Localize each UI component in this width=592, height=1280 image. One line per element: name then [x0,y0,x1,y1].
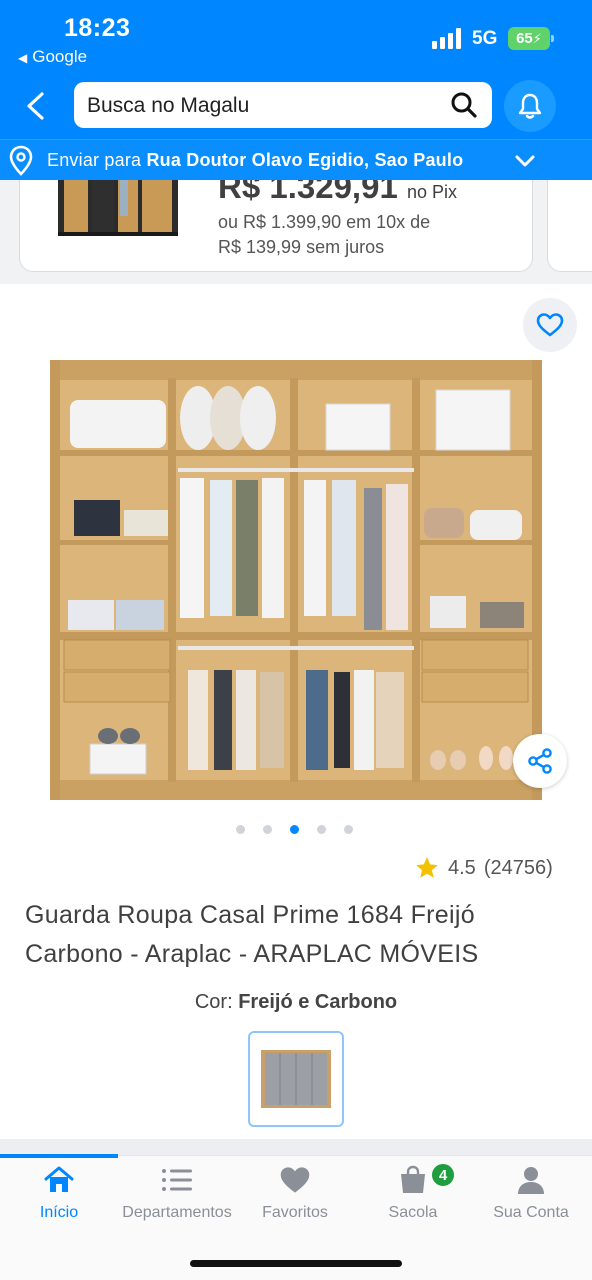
active-tab-indicator [0,1154,118,1158]
product-title: Guarda Roupa Casal Prime 1684 Freijó Car… [25,901,479,968]
related-product-card[interactable]: R$ 1.329,91 no Pix ou R$ 1.399,90 em 10x… [19,180,533,272]
tab-label: Sua Conta [493,1204,569,1221]
back-triangle-icon: ◀ [18,51,28,65]
tab-inicio[interactable]: Início [0,1162,118,1226]
charging-bolt-icon: ⚡ [532,30,542,46]
next-product-card[interactable] [547,180,592,272]
installment-line-2: R$ 139,99 sem juros [218,237,385,257]
heart-outline-icon [536,313,564,337]
installment-line-1: ou R$ 1.399,90 em 10x de [218,212,431,232]
delivery-location-bar[interactable]: Enviar para Rua Doutor Olavo Egidio, Sao… [0,139,592,180]
network-type: 5G [472,28,498,49]
chevron-down-icon [515,155,535,167]
bag-icon [401,1165,425,1193]
color-value: Freijó e Carbono [238,991,398,1013]
pagination-dot-active[interactable] [290,825,299,834]
heart-icon [280,1167,310,1193]
bell-icon [518,93,542,119]
home-indicator[interactable] [190,1260,402,1267]
color-selector-label: Cor: Freijó e Carbono [0,991,592,1014]
tab-sua-conta[interactable]: Sua Conta [472,1162,590,1226]
share-icon [528,748,552,774]
cart-count-badge: 4 [430,1162,456,1188]
search-placeholder: Busca no Magalu [87,94,250,117]
product-image[interactable] [50,360,542,800]
back-to-app-link[interactable]: ◀ Google [18,47,87,67]
battery-icon: 65 ⚡ [508,27,554,50]
back-app-label: Google [32,47,88,66]
location-prefix: Enviar para [47,150,142,170]
location-pin-icon [9,145,33,176]
tab-label: Favoritos [262,1204,328,1221]
color-swatch-selected[interactable] [248,1031,344,1127]
tab-label: Departamentos [122,1204,232,1221]
image-pagination[interactable] [236,825,353,834]
tab-favoritos[interactable]: Favoritos [236,1162,354,1226]
home-icon [44,1166,74,1192]
related-product-price: R$ 1.329,91 no Pix [218,180,458,205]
search-input[interactable]: Busca no Magalu [74,82,492,128]
rating-value: 4.5 [448,856,476,879]
search-icon[interactable] [450,91,478,119]
notifications-button[interactable] [504,80,556,132]
color-label: Cor: [194,991,233,1013]
chevron-left-icon [27,92,44,120]
related-product-installments: ou R$ 1.399,90 em 10x de R$ 139,99 sem j… [218,210,430,260]
share-button[interactable] [513,734,567,788]
favorite-button[interactable] [523,298,577,352]
tab-departamentos[interactable]: Departamentos [118,1162,236,1226]
review-count: (24756) [483,856,553,879]
location-address: Rua Doutor Olavo Egidio, Sao Paulo [146,150,464,170]
user-icon [518,1167,544,1194]
tab-label: Início [39,1204,79,1221]
product-rating[interactable]: 4.5 (24756) [414,855,553,881]
status-time: 18:23 [64,14,131,42]
location-text: Enviar para Rua Doutor Olavo Egidio, Sao… [47,150,463,171]
pix-label: no Pix [406,182,458,202]
section-divider [0,1139,592,1155]
list-icon [162,1169,192,1191]
battery-level: 65 [516,30,533,47]
tab-label: Sacola [388,1204,438,1221]
pagination-dot[interactable] [344,825,353,834]
pagination-dot[interactable] [317,825,326,834]
pagination-dot[interactable] [263,825,272,834]
wardrobe-swatch-thumbnail [261,1050,331,1108]
star-icon [416,857,438,878]
wardrobe-thumbnail [58,180,178,236]
back-button[interactable] [18,86,54,126]
pagination-dot[interactable] [236,825,245,834]
signal-icon [432,27,461,49]
